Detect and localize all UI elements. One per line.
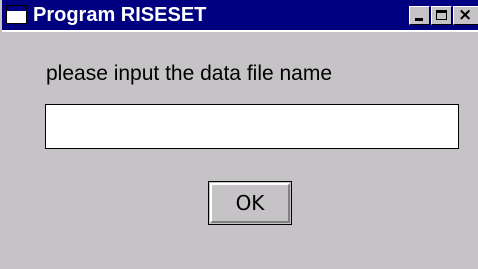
dialog-window: Program RISESET × please input the data … <box>0 0 478 269</box>
maximize-button[interactable] <box>431 6 452 25</box>
system-menu-icon-bar <box>7 6 26 11</box>
minimize-icon <box>415 18 423 21</box>
maximize-icon <box>436 10 447 20</box>
minimize-button[interactable] <box>409 6 430 25</box>
filename-input[interactable] <box>45 104 459 149</box>
ok-button-label: OK <box>210 183 290 223</box>
close-button[interactable]: × <box>453 5 478 25</box>
prompt-label: please input the data file name <box>46 62 333 85</box>
window-title: Program RISESET <box>33 4 207 26</box>
ok-button[interactable]: OK <box>208 181 292 225</box>
close-icon: × <box>458 5 473 25</box>
system-menu-icon[interactable] <box>6 5 27 24</box>
title-bar[interactable]: Program RISESET × <box>2 0 478 32</box>
